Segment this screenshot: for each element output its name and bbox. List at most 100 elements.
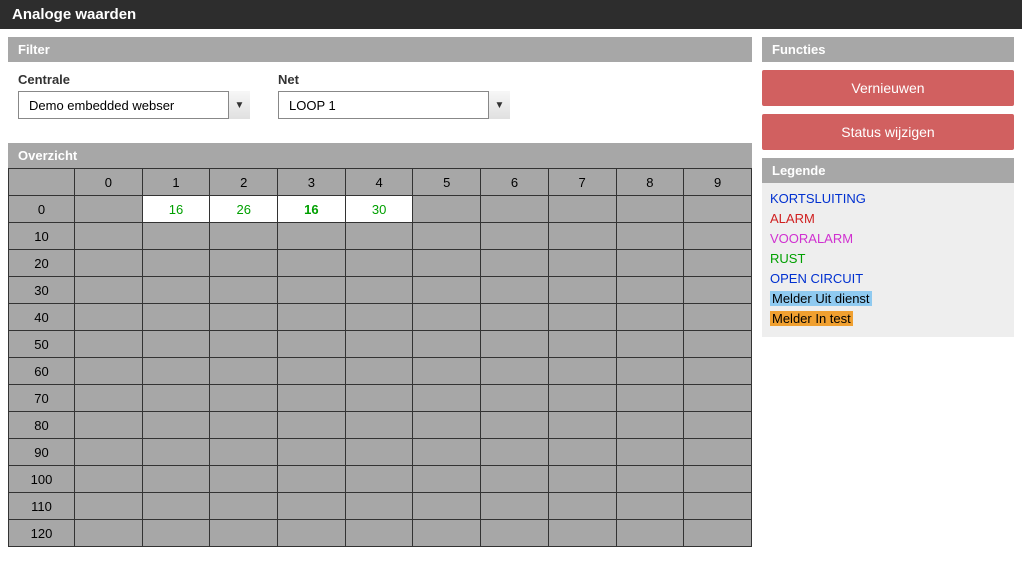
grid-cell[interactable] <box>278 331 346 358</box>
grid-cell[interactable] <box>345 466 413 493</box>
grid-cell[interactable] <box>616 385 684 412</box>
grid-cell[interactable] <box>278 466 346 493</box>
grid-cell[interactable] <box>548 466 616 493</box>
grid-cell[interactable] <box>616 250 684 277</box>
grid-cell[interactable] <box>278 520 346 547</box>
grid-cell[interactable] <box>142 439 210 466</box>
grid-cell[interactable] <box>75 439 143 466</box>
grid-cell[interactable] <box>481 277 549 304</box>
grid-cell[interactable] <box>684 250 752 277</box>
grid-cell[interactable] <box>142 412 210 439</box>
grid-cell[interactable] <box>210 304 278 331</box>
grid-cell[interactable] <box>75 520 143 547</box>
grid-cell[interactable] <box>413 493 481 520</box>
grid-cell[interactable] <box>616 439 684 466</box>
grid-cell[interactable] <box>413 385 481 412</box>
grid-cell[interactable] <box>684 304 752 331</box>
refresh-button[interactable]: Vernieuwen <box>762 70 1014 106</box>
grid-cell[interactable] <box>345 277 413 304</box>
grid-cell[interactable] <box>481 466 549 493</box>
grid-cell[interactable] <box>616 493 684 520</box>
grid-cell[interactable] <box>481 331 549 358</box>
grid-cell[interactable] <box>481 385 549 412</box>
grid-cell[interactable] <box>548 412 616 439</box>
grid-cell[interactable] <box>684 331 752 358</box>
grid-cell[interactable] <box>210 277 278 304</box>
grid-cell[interactable] <box>210 466 278 493</box>
grid-cell[interactable] <box>142 331 210 358</box>
grid-cell[interactable] <box>345 385 413 412</box>
grid-cell[interactable] <box>616 331 684 358</box>
grid-cell[interactable] <box>548 493 616 520</box>
grid-cell[interactable] <box>75 223 143 250</box>
grid-cell[interactable] <box>684 466 752 493</box>
grid-cell[interactable] <box>278 304 346 331</box>
grid-cell[interactable] <box>278 412 346 439</box>
grid-cell[interactable] <box>548 439 616 466</box>
grid-cell[interactable] <box>278 223 346 250</box>
grid-cell[interactable] <box>616 304 684 331</box>
grid-cell[interactable] <box>413 520 481 547</box>
grid-cell[interactable] <box>684 277 752 304</box>
grid-cell[interactable] <box>413 466 481 493</box>
grid-cell[interactable] <box>278 250 346 277</box>
centrale-select[interactable]: Demo embedded webser <box>18 91 250 119</box>
grid-cell[interactable] <box>616 520 684 547</box>
grid-cell[interactable] <box>345 331 413 358</box>
grid-cell[interactable] <box>481 304 549 331</box>
grid-cell[interactable] <box>345 223 413 250</box>
grid-cell[interactable] <box>75 358 143 385</box>
grid-cell[interactable] <box>684 439 752 466</box>
grid-cell[interactable] <box>142 385 210 412</box>
grid-cell[interactable] <box>548 196 616 223</box>
grid-cell[interactable] <box>481 412 549 439</box>
grid-cell[interactable] <box>210 331 278 358</box>
grid-cell[interactable] <box>210 412 278 439</box>
grid-cell[interactable] <box>616 277 684 304</box>
grid-cell[interactable] <box>684 493 752 520</box>
grid-cell[interactable] <box>616 412 684 439</box>
grid-cell[interactable] <box>481 250 549 277</box>
grid-cell[interactable] <box>616 358 684 385</box>
grid-cell[interactable] <box>413 358 481 385</box>
grid-cell[interactable] <box>75 385 143 412</box>
grid-cell[interactable] <box>481 223 549 250</box>
grid-cell[interactable] <box>210 250 278 277</box>
grid-cell[interactable] <box>481 358 549 385</box>
grid-cell[interactable] <box>210 439 278 466</box>
grid-cell[interactable] <box>75 412 143 439</box>
grid-cell[interactable] <box>413 196 481 223</box>
grid-cell[interactable] <box>684 385 752 412</box>
grid-cell[interactable] <box>616 466 684 493</box>
grid-cell[interactable] <box>278 358 346 385</box>
grid-cell[interactable] <box>684 196 752 223</box>
grid-cell[interactable] <box>684 520 752 547</box>
grid-cell[interactable] <box>345 358 413 385</box>
grid-cell[interactable] <box>413 250 481 277</box>
grid-cell[interactable] <box>75 277 143 304</box>
grid-cell[interactable] <box>413 304 481 331</box>
grid-cell[interactable]: 16 <box>278 196 346 223</box>
grid-cell[interactable] <box>345 439 413 466</box>
grid-cell[interactable] <box>548 520 616 547</box>
grid-cell[interactable] <box>413 412 481 439</box>
grid-cell[interactable] <box>142 520 210 547</box>
grid-cell[interactable] <box>142 277 210 304</box>
grid-cell[interactable] <box>345 412 413 439</box>
grid-cell[interactable] <box>142 250 210 277</box>
grid-cell[interactable] <box>548 250 616 277</box>
grid-cell[interactable] <box>142 223 210 250</box>
grid-cell[interactable] <box>142 466 210 493</box>
grid-cell[interactable] <box>481 439 549 466</box>
grid-cell[interactable] <box>345 493 413 520</box>
grid-cell[interactable] <box>142 358 210 385</box>
grid-cell[interactable] <box>481 520 549 547</box>
grid-cell[interactable] <box>75 331 143 358</box>
grid-cell[interactable] <box>75 196 143 223</box>
grid-cell[interactable] <box>413 439 481 466</box>
grid-cell[interactable]: 30 <box>345 196 413 223</box>
grid-cell[interactable] <box>278 439 346 466</box>
grid-cell[interactable] <box>684 223 752 250</box>
grid-cell[interactable] <box>75 304 143 331</box>
grid-cell[interactable] <box>345 250 413 277</box>
